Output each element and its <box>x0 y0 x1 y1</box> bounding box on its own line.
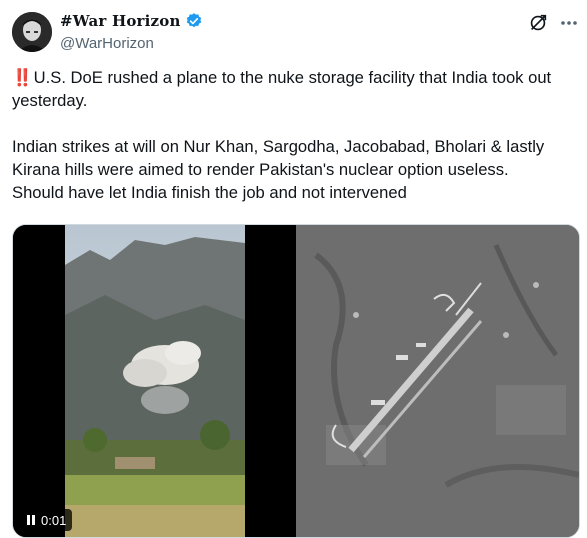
verified-badge-icon <box>185 12 203 30</box>
video-time: 0:01 <box>41 512 67 528</box>
tweet-text: ‼️ U.S. DoE rushed a plane to the nuke st… <box>12 66 577 204</box>
video-time-badge[interactable]: 0:01 <box>21 509 73 531</box>
pause-icon[interactable] <box>27 515 35 525</box>
author-name-row: #War Horizon <box>60 12 203 30</box>
tweet-paragraph-3: Should have let India finish the job and… <box>12 183 407 202</box>
video-player[interactable]: 0:01 <box>13 225 293 537</box>
author-display-name[interactable]: #War Horizon <box>60 12 181 30</box>
avatar[interactable] <box>12 12 52 52</box>
satellite-image[interactable] <box>296 225 579 537</box>
double-exclamation-icon: ‼️ <box>12 68 33 87</box>
satellite-airbase-image <box>296 225 579 537</box>
media-container: 0:01 <box>12 224 580 538</box>
author-handle[interactable]: @WarHorizon <box>60 35 154 52</box>
more-icon[interactable] <box>558 12 580 34</box>
tweet-paragraph-1: U.S. DoE rushed a plane to the nuke stor… <box>12 68 556 110</box>
grok-icon[interactable] <box>527 12 549 34</box>
video-frame-strike-smoke <box>65 225 245 537</box>
tweet-paragraph-2: Indian strikes at will on Nur Khan, Sarg… <box>12 137 549 179</box>
